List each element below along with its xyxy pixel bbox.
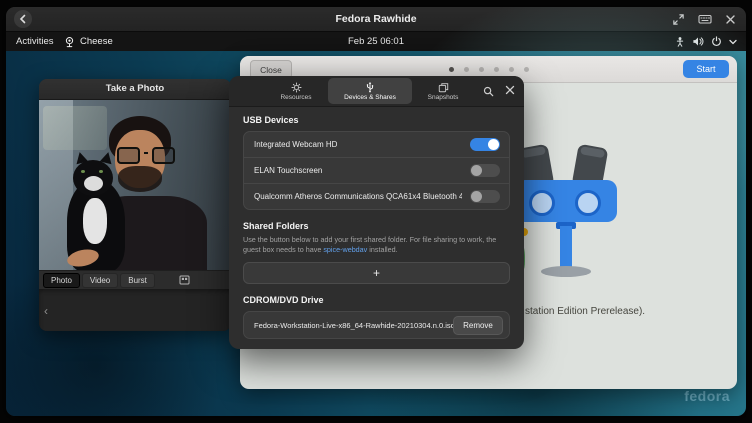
pager-dot	[494, 67, 499, 72]
dialog-body: USB Devices Integrated Webcam HD ELAN To…	[229, 107, 524, 349]
shared-folders-header: Shared Folders	[243, 221, 510, 231]
photo-cat	[84, 176, 103, 191]
cdrom-header: CDROM/DVD Drive	[243, 295, 510, 305]
remove-iso-button[interactable]: Remove	[453, 316, 503, 335]
photo-cat	[99, 170, 103, 173]
binocular-lens	[575, 190, 601, 216]
webcam-preview	[39, 100, 231, 270]
tab-resources[interactable]: Resources	[267, 78, 325, 104]
binocular-base	[541, 266, 591, 277]
add-shared-folder-button[interactable]: +	[243, 262, 510, 284]
snapshots-icon	[438, 82, 449, 93]
plus-icon: +	[373, 266, 380, 280]
dialog-search-button[interactable]	[483, 86, 494, 97]
fedora-watermark: fedora	[684, 388, 730, 404]
dialog-tabbar: Resources Devices & Shares	[229, 76, 524, 107]
cdrom-row: Fedora-Workstation-Live-x86_64-Rawhide-2…	[243, 311, 510, 339]
tour-binoculars-art	[505, 140, 635, 290]
usb-device-row: Integrated Webcam HD	[244, 132, 509, 157]
usb-devices-list: Integrated Webcam HD ELAN Touchscreen Qu…	[243, 131, 510, 210]
usb-devices-header: USB Devices	[243, 115, 510, 125]
cheese-mode-bar: Photo Video Burst	[39, 270, 231, 289]
boxes-window: Fedora Rawhide Activities Cheese Feb	[6, 7, 746, 416]
pager-dot	[449, 67, 454, 72]
pager-dot	[524, 67, 529, 72]
tab-label: Resources	[280, 94, 311, 101]
close-icon	[505, 85, 515, 95]
cheese-title: Take a Photo	[39, 79, 231, 100]
properties-dialog: Resources Devices & Shares	[229, 76, 524, 349]
usb-device-name: ELAN Touchscreen	[254, 166, 462, 175]
iso-filename: Fedora-Workstation-Live-x86_64-Rawhide-2…	[254, 321, 453, 330]
shared-folders-description: Use the button below to add your first s…	[243, 235, 502, 255]
binocular-stand	[560, 226, 572, 268]
photo-person	[118, 166, 162, 192]
usb-device-name: Integrated Webcam HD	[254, 140, 462, 149]
usb-device-toggle[interactable]	[470, 190, 500, 203]
photo-glasses	[117, 147, 175, 164]
guest-desktop: fedora Close Start station Edition Prere	[6, 51, 746, 416]
binocular-lens	[529, 190, 555, 216]
usb-device-row: ELAN Touchscreen	[244, 157, 509, 183]
usb-icon	[365, 81, 375, 93]
gallery-icon	[179, 275, 190, 285]
photo-cat	[81, 170, 85, 173]
burst-mode-button[interactable]: Burst	[120, 273, 155, 288]
photo-mode-button[interactable]: Photo	[43, 273, 80, 288]
tour-welcome-text: station Edition Prerelease).	[525, 306, 645, 317]
tab-devices-shares[interactable]: Devices & Shares	[328, 78, 412, 104]
usb-device-toggle[interactable]	[470, 164, 500, 177]
cheese-window: Take a Photo	[39, 79, 231, 331]
tour-start-button[interactable]: Start	[683, 60, 729, 78]
usb-device-name: Qualcomm Atheros Communications QCA61x4 …	[254, 192, 462, 201]
photo-thumbnail-strip: ‹	[39, 289, 231, 331]
pager-dot	[509, 67, 514, 72]
photo-background	[43, 106, 107, 150]
search-icon	[483, 86, 494, 97]
video-mode-button[interactable]: Video	[82, 273, 118, 288]
spice-webdav-link[interactable]: spice-webdav	[323, 245, 367, 254]
pager-dot	[464, 67, 469, 72]
tab-snapshots[interactable]: Snapshots	[415, 78, 471, 104]
gallery-button[interactable]	[179, 275, 190, 285]
gear-icon	[291, 82, 302, 93]
tab-label: Devices & Shares	[344, 94, 396, 101]
strip-scroll-left[interactable]: ‹	[44, 289, 48, 331]
desc-text: installed.	[367, 245, 397, 254]
pager-dot	[479, 67, 484, 72]
usb-device-toggle[interactable]	[470, 138, 500, 151]
photo-cat	[83, 198, 107, 244]
usb-device-row: Qualcomm Atheros Communications QCA61x4 …	[244, 183, 509, 209]
tab-label: Snapshots	[428, 94, 459, 101]
dialog-close-button[interactable]	[505, 85, 515, 95]
